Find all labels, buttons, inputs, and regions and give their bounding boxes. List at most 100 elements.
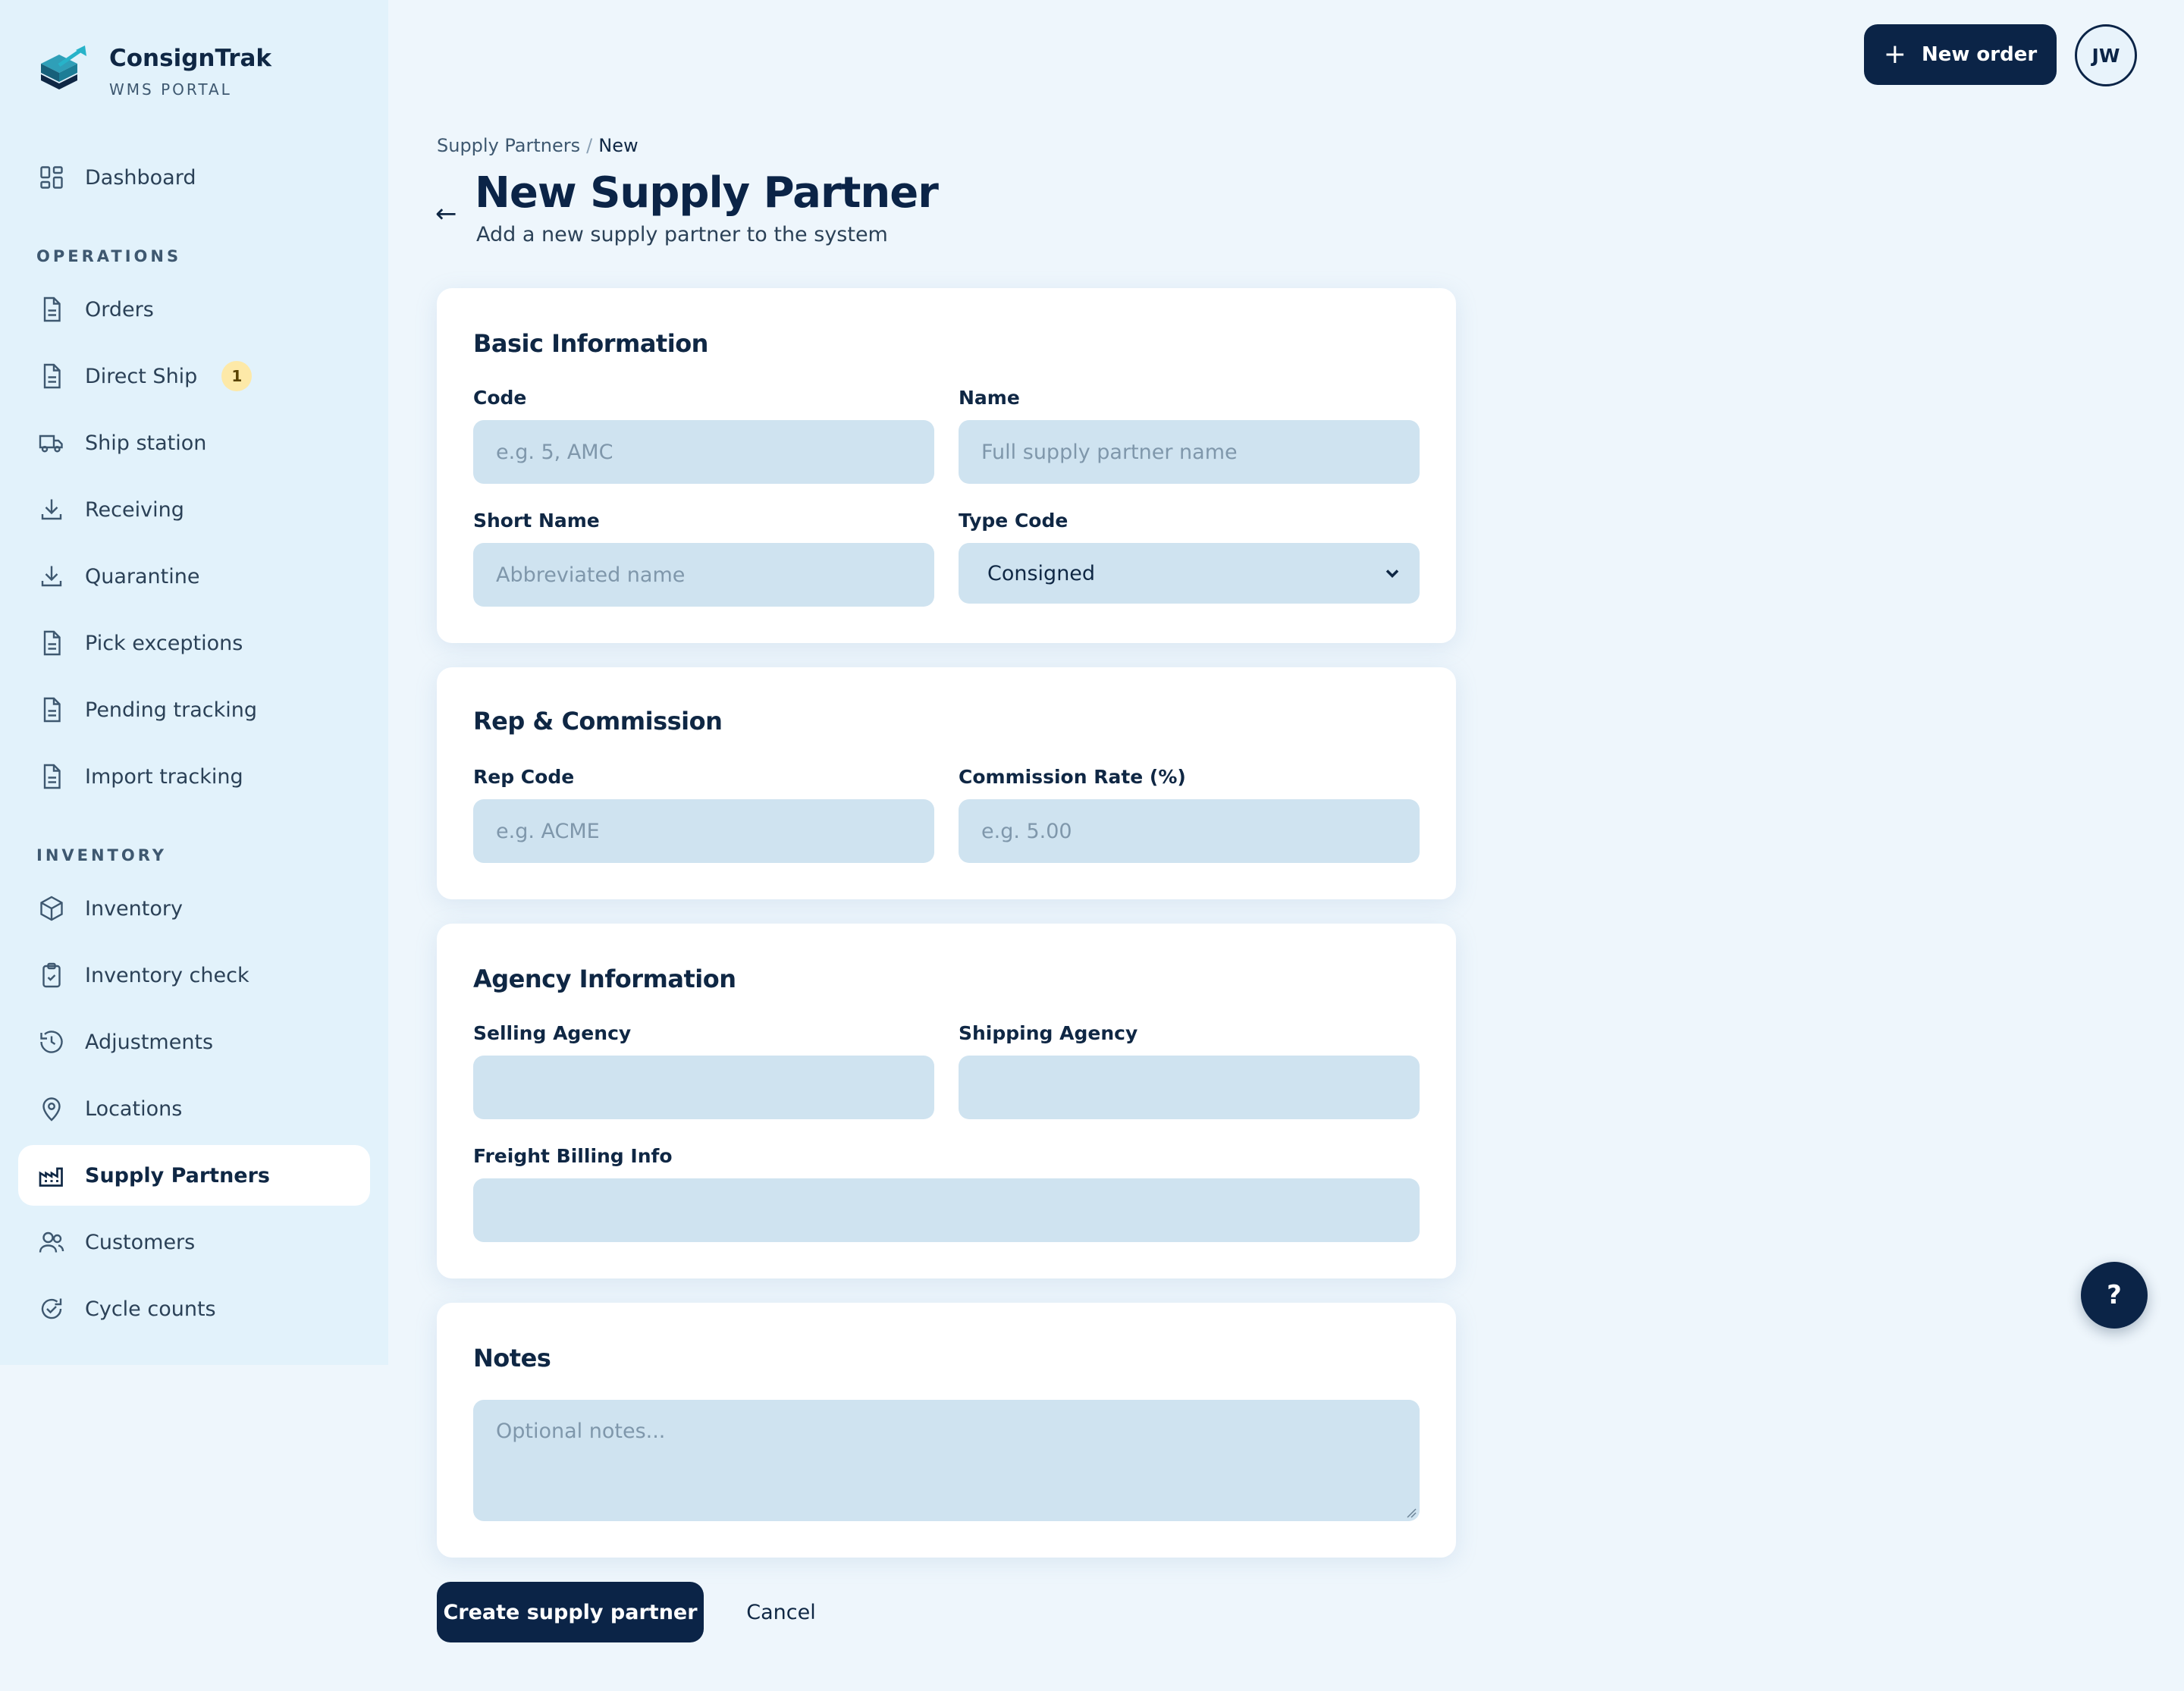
grid-icon xyxy=(36,162,67,193)
truck-icon xyxy=(36,428,67,458)
create-supply-partner-button[interactable]: Create supply partner xyxy=(437,1582,704,1642)
breadcrumb-separator: / xyxy=(586,135,593,156)
resize-handle-icon[interactable] xyxy=(1404,1506,1417,1518)
notes-placeholder: Optional notes... xyxy=(496,1420,666,1443)
section-title-operations: OPERATIONS xyxy=(36,247,182,265)
sidebar-item-label: Orders xyxy=(85,297,154,322)
shipping-agency-label: Shipping Agency xyxy=(959,1022,1138,1044)
selling-agency-label: Selling Agency xyxy=(473,1022,632,1044)
commission-rate-input[interactable]: e.g. 5.00 xyxy=(959,799,1420,863)
brand-subtitle: WMS PORTAL xyxy=(109,80,232,99)
type-code-selected-value: Consigned xyxy=(987,561,1096,585)
page-title: New Supply Partner xyxy=(475,168,939,218)
document-icon xyxy=(36,294,67,325)
factory-icon xyxy=(36,1160,67,1191)
notes-textarea[interactable]: Optional notes... xyxy=(473,1400,1420,1521)
sidebar-item-label: Locations xyxy=(85,1096,183,1121)
sidebar-item-receiving[interactable]: Receiving xyxy=(18,479,370,540)
sidebar-item-ship-station[interactable]: Ship station xyxy=(18,413,370,473)
sidebar-item-label: Quarantine xyxy=(85,564,200,588)
rep-code-input[interactable]: e.g. ACME xyxy=(473,799,934,863)
rep-code-label: Rep Code xyxy=(473,766,575,788)
sidebar-item-supply-partners[interactable]: Supply Partners xyxy=(18,1145,370,1206)
cancel-button[interactable]: Cancel xyxy=(733,1582,830,1642)
help-button[interactable]: ? xyxy=(2081,1262,2148,1329)
sidebar: ConsignTrak WMS PORTAL Dashboard OPERATI… xyxy=(0,0,388,1365)
rep-commission-card: Rep & Commission Rep Code e.g. ACME Comm… xyxy=(437,667,1456,899)
section-title-inventory: INVENTORY xyxy=(36,846,167,864)
sidebar-item-inventory[interactable]: Inventory xyxy=(18,878,370,939)
box-icon xyxy=(36,893,67,924)
sidebar-item-inventory-check[interactable]: Inventory check xyxy=(18,945,370,1006)
sidebar-item-label: Customers xyxy=(85,1230,196,1254)
short-name-label: Short Name xyxy=(473,510,600,532)
document-icon xyxy=(36,361,67,391)
sidebar-item-cycle-counts[interactable]: Cycle counts xyxy=(18,1278,370,1339)
sidebar-item-label: Supply Partners xyxy=(85,1163,271,1187)
sidebar-item-label: Import tracking xyxy=(85,764,243,789)
refresh-check-icon xyxy=(36,1294,67,1324)
sidebar-item-label: Cycle counts xyxy=(85,1297,216,1321)
type-code-select[interactable]: Consigned xyxy=(959,543,1420,604)
name-label: Name xyxy=(959,387,1020,409)
short-name-input[interactable]: Abbreviated name xyxy=(473,543,934,607)
freight-billing-input[interactable] xyxy=(473,1178,1420,1242)
clipboard-check-icon xyxy=(36,960,67,990)
brand[interactable]: ConsignTrak WMS PORTAL xyxy=(36,42,271,99)
card-title: Basic Information xyxy=(473,329,708,358)
sidebar-item-label: Pending tracking xyxy=(85,698,257,722)
sidebar-item-label: Inventory check xyxy=(85,963,249,987)
new-order-label: New order xyxy=(1921,43,2038,66)
sidebar-item-label: Receiving xyxy=(85,497,184,522)
basic-information-card: Basic Information Code e.g. 5, AMC Name … xyxy=(437,288,1456,643)
page-subtitle: Add a new supply partner to the system xyxy=(476,223,888,246)
back-arrow-icon[interactable]: ← xyxy=(435,199,457,229)
sidebar-item-adjustments[interactable]: Adjustments xyxy=(18,1012,370,1072)
type-code-label: Type Code xyxy=(959,510,1068,532)
sidebar-item-label: Ship station xyxy=(85,431,207,455)
selling-agency-input[interactable] xyxy=(473,1056,934,1119)
sidebar-item-pending-tracking[interactable]: Pending tracking xyxy=(18,679,370,740)
document-icon xyxy=(36,695,67,725)
download-icon xyxy=(36,561,67,591)
breadcrumb-parent-link[interactable]: Supply Partners xyxy=(437,135,580,156)
card-title: Agency Information xyxy=(473,965,736,993)
sidebar-item-direct-ship[interactable]: Direct Ship 1 xyxy=(18,346,370,406)
brand-logo-icon xyxy=(41,45,86,89)
sidebar-item-customers[interactable]: Customers xyxy=(18,1212,370,1272)
sidebar-item-dashboard[interactable]: Dashboard xyxy=(18,147,370,208)
code-input[interactable]: e.g. 5, AMC xyxy=(473,420,934,484)
document-icon xyxy=(36,761,67,792)
card-title: Rep & Commission xyxy=(473,707,723,736)
sidebar-item-label: Adjustments xyxy=(85,1030,214,1054)
sidebar-item-label: Inventory xyxy=(85,896,183,921)
sidebar-item-import-tracking[interactable]: Import tracking xyxy=(18,746,370,807)
shipping-agency-input[interactable] xyxy=(959,1056,1420,1119)
sidebar-item-label: Dashboard xyxy=(85,165,196,190)
count-badge: 1 xyxy=(221,361,253,391)
sidebar-item-label: Pick exceptions xyxy=(85,631,243,655)
chevron-down-icon xyxy=(1385,569,1399,578)
sidebar-item-locations[interactable]: Locations xyxy=(18,1078,370,1139)
breadcrumb-current: New xyxy=(598,135,639,156)
commission-rate-label: Commission Rate (%) xyxy=(959,766,1186,788)
card-title: Notes xyxy=(473,1344,551,1373)
history-icon xyxy=(36,1027,67,1057)
freight-billing-label: Freight Billing Info xyxy=(473,1145,673,1167)
sidebar-item-pick-exceptions[interactable]: Pick exceptions xyxy=(18,613,370,673)
new-order-button[interactable]: + New order xyxy=(1864,24,2057,85)
map-pin-icon xyxy=(36,1093,67,1124)
sidebar-item-quarantine[interactable]: Quarantine xyxy=(18,546,370,607)
name-input[interactable]: Full supply partner name xyxy=(959,420,1420,484)
notes-card: Notes Optional notes... xyxy=(437,1303,1456,1558)
code-label: Code xyxy=(473,387,527,409)
sidebar-item-label: Direct Ship xyxy=(85,364,198,388)
agency-information-card: Agency Information Selling Agency Shippi… xyxy=(437,924,1456,1278)
breadcrumb: Supply Partners / New xyxy=(437,135,639,156)
brand-name: ConsignTrak xyxy=(109,45,272,72)
download-icon xyxy=(36,494,67,525)
document-icon xyxy=(36,628,67,658)
sidebar-item-orders[interactable]: Orders xyxy=(18,279,370,340)
avatar[interactable]: JW xyxy=(2075,24,2137,86)
users-icon xyxy=(36,1227,67,1257)
